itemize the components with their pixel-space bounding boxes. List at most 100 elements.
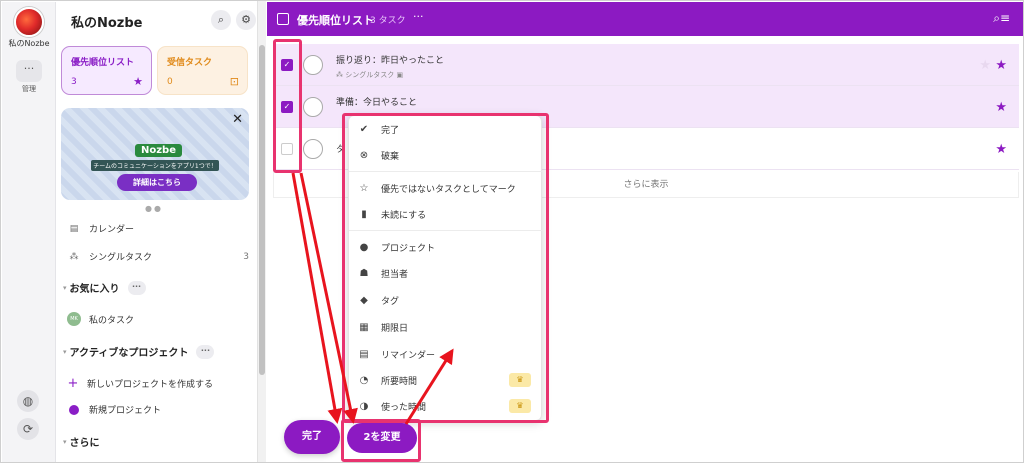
promo-logo: Nozbe [135, 144, 182, 157]
search-filter-icon[interactable]: ⌕≡ [993, 11, 1010, 26]
list-title: 優先順位リスト [297, 14, 374, 27]
task-title: タ [336, 145, 346, 155]
avatar: MK [67, 312, 81, 326]
menu-item-time-spent[interactable]: ◑ 使った時間 ♛ [349, 393, 543, 419]
complete-circle[interactable] [303, 55, 323, 75]
complete-circle[interactable] [303, 139, 323, 159]
task-row[interactable]: ✓ 振り返り：昨日やったこと ⁂ シングルタスク ▣ ★ ★ [273, 44, 1019, 86]
menu-item-label: タグ [381, 296, 400, 307]
change-selected-button[interactable]: 2を変更 [347, 423, 417, 453]
check-circle-icon: ✔ [359, 123, 369, 135]
clock-icon: ◔ [359, 374, 369, 386]
sidebar-item-new-project[interactable]: 新規プロジェクト [67, 403, 249, 416]
promo-details-button[interactable]: 詳細はこちら [117, 174, 197, 191]
complete-button[interactable]: 完了 [284, 420, 340, 454]
favorites-label: お気に入り [69, 284, 120, 295]
create-project-button[interactable]: + 新しいプロジェクトを作成する [67, 376, 249, 391]
time-spent-icon: ◑ [359, 400, 369, 412]
task-checkbox[interactable] [281, 143, 293, 155]
active-projects-label: アクティブなプロジェクト [69, 348, 189, 359]
menu-item-label: 破棄 [381, 151, 400, 162]
single-task-icon: ⁂ [336, 71, 346, 79]
chevron-down-icon: ▾ [63, 347, 67, 356]
priority-list-label: 優先順位リスト [71, 58, 135, 68]
promo-subtitle: チームのコミュニケーションをアプリ1つで！ [91, 160, 219, 171]
workspace-name: 私のNozbe [8, 39, 50, 48]
sidebar-title: 私のNozbe [71, 16, 143, 31]
sidebar: 私のNozbe ⌕ ⚙ 優先順位リスト 3 ★ 受信タスク 0 ⊡ ✕ Nozb… [57, 2, 258, 462]
task-count: 3 タスク [370, 16, 406, 26]
menu-item-tag[interactable]: ◆ タグ [349, 287, 543, 313]
sidebar-item-label: 新規プロジェクト [89, 406, 162, 416]
menu-item-mark-unread[interactable]: ▮ 未読にする [349, 201, 543, 227]
select-all-checkbox[interactable] [277, 13, 289, 25]
search-icon[interactable]: ⌕ [211, 10, 231, 30]
gear-icon[interactable]: ⚙ [236, 10, 256, 30]
task-subtitle-text: シングルタスク [345, 71, 395, 79]
more-icon[interactable]: ··· [413, 10, 424, 23]
menu-item-reminder[interactable]: ▤ リマインダー [349, 341, 543, 367]
favorites-section[interactable]: ▾ お気に入り ··· [63, 280, 146, 295]
star-icon[interactable]: ★ [995, 58, 1007, 73]
task-checkbox[interactable]: ✓ [281, 101, 293, 113]
globe-icon[interactable]: ◍ [17, 390, 39, 412]
plus-icon: + [67, 376, 79, 391]
calendar-icon: ▤ [69, 223, 79, 234]
menu-item-assignee[interactable]: ☗ 担当者 [349, 260, 543, 286]
menu-item-label: 未読にする [381, 210, 427, 221]
person-icon: ☗ [359, 267, 369, 279]
star-outline-icon: ★ [979, 58, 991, 73]
crown-icon: ♛ [509, 399, 531, 413]
sidebar-item-label: カレンダー [89, 225, 135, 235]
dot-icon: ● [359, 241, 369, 253]
single-task-icon: ⁂ [69, 251, 79, 262]
menu-item-due-date[interactable]: ▦ 期限日 [349, 314, 543, 340]
scrollbar-thumb[interactable] [259, 45, 265, 375]
menu-divider [349, 230, 543, 231]
inbox-count: 0 [167, 77, 173, 87]
lock-icon: ▣ [394, 71, 404, 79]
star-icon[interactable]: ★ [995, 142, 1007, 157]
menu-item-label: プロジェクト [381, 243, 436, 254]
sidebar-item-label: 私のタスク [89, 315, 135, 326]
priority-list-card[interactable]: 優先順位リスト 3 ★ [61, 46, 152, 95]
bulk-action-menu: ✔ 完了 ⊗ 破棄 ☆ 優先ではないタスクとしてマーク ▮ 未読にする ● プロジェクト … [348, 115, 543, 421]
menu-item-label: 完了 [381, 125, 400, 136]
bookmark-icon: ▮ [361, 208, 367, 220]
menu-item-discard[interactable]: ⊗ 破棄 [349, 142, 543, 168]
workspace-avatar[interactable] [14, 7, 44, 37]
chevron-down-icon: ▾ [63, 437, 67, 446]
star-icon: ★ [133, 75, 143, 88]
menu-item-unprioritize[interactable]: ☆ 優先ではないタスクとしてマーク [349, 175, 543, 201]
menu-item-label: 優先ではないタスクとしてマーク [381, 184, 516, 195]
sidebar-item-my-tasks[interactable]: MK 私のタスク [67, 312, 249, 326]
sync-icon[interactable]: ⟳ [17, 418, 39, 440]
active-projects-section[interactable]: ▾ アクティブなプロジェクト ··· [63, 344, 215, 359]
more-icon[interactable]: ··· [16, 60, 42, 82]
sidebar-scrollbar[interactable] [257, 1, 266, 462]
more-section[interactable]: ▾ さらに [63, 434, 100, 450]
menu-item-label: 担当者 [381, 269, 409, 280]
inbox-card[interactable]: 受信タスク 0 ⊡ [157, 46, 248, 95]
task-checkbox[interactable]: ✓ [281, 59, 293, 71]
menu-item-time-needed[interactable]: ◔ 所要時間 ♛ [349, 367, 543, 393]
promo-banner: ✕ Nozbe チームのコミュニケーションをアプリ1つで！ 詳細はこちら [61, 108, 249, 200]
more-icon[interactable]: ··· [196, 344, 215, 359]
carousel-dots[interactable]: ●● [145, 204, 163, 213]
sidebar-item-label: シングルタスク [89, 253, 153, 263]
chevron-down-icon: ▾ [63, 283, 67, 292]
menu-item-label: 期限日 [381, 323, 409, 334]
project-dot-icon [69, 404, 79, 415]
sidebar-item-single-tasks[interactable]: ⁂ シングルタスク 3 [67, 250, 250, 264]
close-icon[interactable]: ✕ [232, 112, 243, 127]
sidebar-item-calendar[interactable]: ▤ カレンダー [67, 222, 249, 236]
crown-icon: ♛ [509, 373, 531, 387]
more-icon[interactable]: ··· [127, 280, 146, 295]
create-project-label: 新しいプロジェクトを作成する [87, 380, 214, 390]
menu-item-project[interactable]: ● プロジェクト [349, 234, 543, 260]
menu-item-complete[interactable]: ✔ 完了 [349, 116, 543, 142]
complete-circle[interactable] [303, 97, 323, 117]
menu-divider [349, 171, 543, 172]
app-rail: 私のNozbe ··· 管理 ◍ ⟳ [2, 2, 56, 462]
star-icon[interactable]: ★ [995, 100, 1007, 115]
